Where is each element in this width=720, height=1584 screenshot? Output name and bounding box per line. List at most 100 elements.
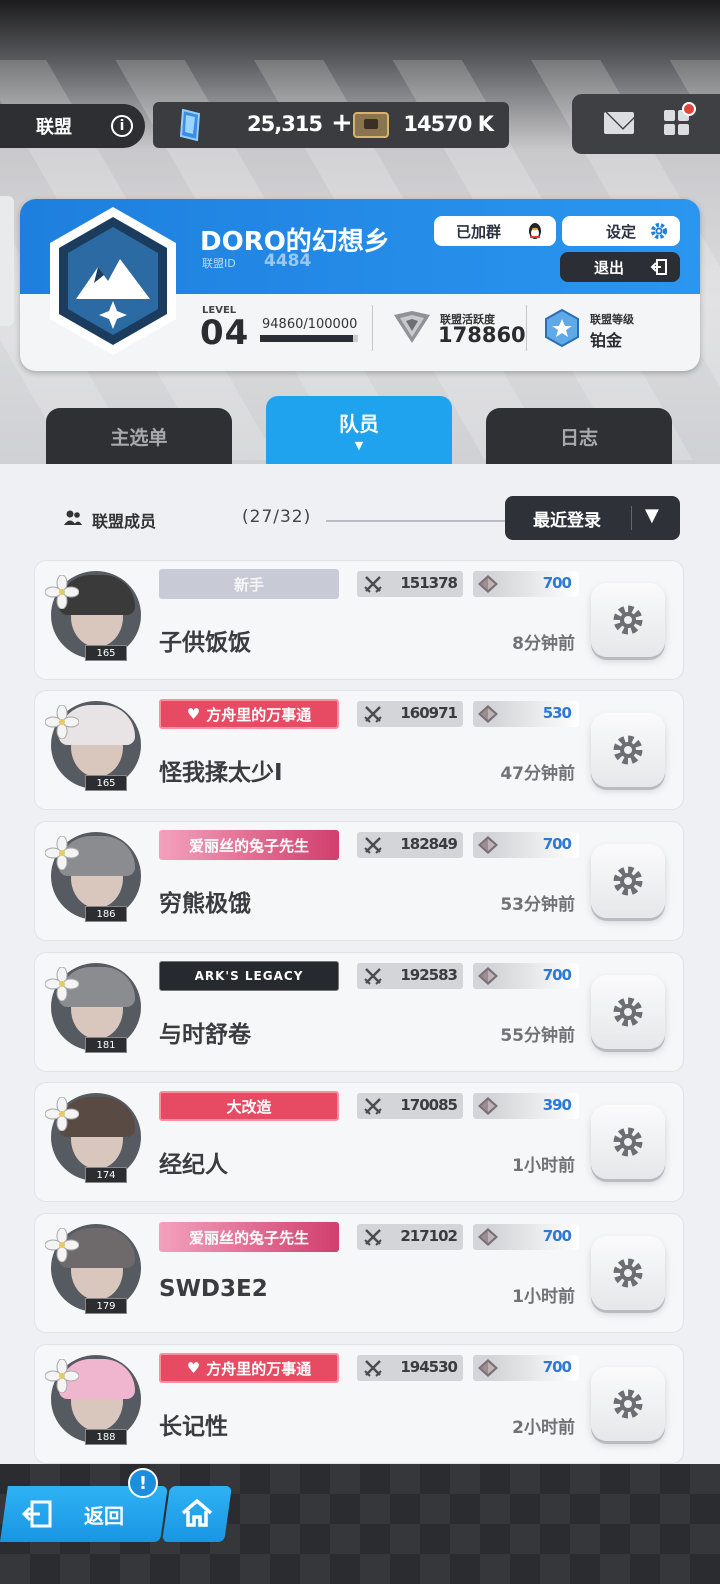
- avatar[interactable]: 188: [45, 1351, 145, 1445]
- exp-text: 94860/100000: [262, 317, 358, 332]
- divider: [631, 506, 632, 530]
- crossed-swords-icon: [364, 837, 382, 854]
- gear-icon: [613, 605, 643, 635]
- member-level: 174: [85, 1167, 127, 1183]
- chevron-down-icon: ▼: [645, 505, 659, 526]
- credit-count: 14570 K: [403, 112, 494, 136]
- member-level: 165: [85, 645, 127, 661]
- contribution: 700: [473, 963, 579, 989]
- flower-icon: [45, 967, 79, 1001]
- heart-icon: ♥: [186, 1359, 201, 1377]
- contribution: 530: [473, 701, 579, 727]
- diamond-icon: [478, 967, 498, 985]
- last-login: 53分钟前: [500, 895, 575, 915]
- member-name: 与时舒卷: [159, 1022, 251, 1048]
- member-row[interactable]: 181 ARK'S LEGACY 192583 700 与时舒卷 55分钟前: [34, 952, 684, 1072]
- member-settings-button[interactable]: [591, 1367, 665, 1441]
- rank-value: 铂金: [590, 331, 623, 350]
- member-row[interactable]: 165 ♥ 方舟里的万事通 160971 530 怪我揉太少I 47分钟前: [34, 690, 684, 810]
- penguin-icon: [529, 223, 541, 239]
- alliance-card: DORO的幻想乡 联盟ID 4484 已加群 设定 退出 LEVEL 04 94…: [20, 199, 700, 371]
- tab-members-label: 队员: [339, 412, 379, 436]
- member-count: (27/32): [242, 507, 312, 527]
- avatar[interactable]: 179: [45, 1220, 145, 1314]
- member-level: 165: [85, 775, 127, 791]
- info-icon[interactable]: i: [111, 115, 133, 137]
- member-title: 方舟里的万事通: [206, 1359, 312, 1378]
- flower-icon: [45, 836, 79, 870]
- notification-dot: [682, 102, 696, 116]
- member-level: 181: [85, 1037, 127, 1053]
- level-value: 04: [200, 313, 250, 353]
- member-row[interactable]: 179 爱丽丝的兔子先生 217102 700 SWD3E2 1小时前: [34, 1213, 684, 1333]
- member-settings-button[interactable]: [591, 1105, 665, 1179]
- contribution-value: 700: [542, 1358, 572, 1376]
- flower-icon: [45, 1228, 79, 1262]
- resource-bar: 25,315 + 14570 K: [153, 102, 509, 148]
- settings-button[interactable]: 设定: [562, 216, 680, 246]
- tab-main-menu[interactable]: 主选单: [46, 408, 232, 464]
- credit-ticket-icon: [353, 112, 389, 138]
- member-settings-button[interactable]: [591, 975, 665, 1049]
- member-row[interactable]: 165 新手 151378 700 子供饭饭 8分钟前: [34, 560, 684, 680]
- member-row[interactable]: 186 爱丽丝的兔子先生 182849 700 穷熊极饿 53分钟前: [34, 821, 684, 941]
- tab-members[interactable]: 队员 ▼: [266, 396, 452, 464]
- mail-icon[interactable]: [604, 112, 634, 134]
- member-name: SWD3E2: [159, 1276, 268, 1302]
- gear-icon: [613, 997, 643, 1027]
- member-list-label: 联盟成员: [92, 512, 157, 531]
- crossed-swords-icon: [364, 1098, 382, 1115]
- combat-power: 151378: [357, 571, 463, 597]
- rank-label: 联盟等级: [590, 313, 634, 326]
- contribution-value: 700: [542, 835, 572, 853]
- sort-dropdown[interactable]: 最近登录 ▼: [505, 496, 680, 540]
- joined-group-label: 已加群: [456, 222, 502, 241]
- avatar[interactable]: 165: [45, 567, 145, 661]
- joined-group-button[interactable]: 已加群: [434, 216, 556, 246]
- member-level: 186: [85, 906, 127, 922]
- gear-icon: [613, 1258, 643, 1288]
- member-name: 子供饭饭: [159, 630, 251, 656]
- combat-value: 160971: [400, 704, 458, 722]
- combat-value: 217102: [400, 1227, 458, 1245]
- member-row[interactable]: 174 大改造 170085 390 经纪人 1小时前: [34, 1082, 684, 1202]
- member-title: 爱丽丝的兔子先生: [188, 1228, 309, 1247]
- combat-power: 194530: [357, 1355, 463, 1381]
- exit-button[interactable]: 退出: [560, 252, 680, 282]
- divider: [372, 305, 373, 351]
- avatar[interactable]: 165: [45, 697, 145, 791]
- member-title-badge: 大改造: [159, 1091, 339, 1121]
- member-settings-button[interactable]: [591, 583, 665, 657]
- combat-power: 170085: [357, 1093, 463, 1119]
- top-right-panel: [572, 94, 720, 154]
- left-edge-tab[interactable]: [0, 196, 14, 326]
- flower-icon: [45, 575, 79, 609]
- contribution: 700: [473, 571, 579, 597]
- add-gems-button[interactable]: +: [331, 108, 353, 138]
- combat-power: 160971: [357, 701, 463, 727]
- exp-progress-bar: [260, 335, 358, 342]
- diamond-icon: [478, 575, 498, 593]
- member-level: 179: [85, 1298, 127, 1314]
- home-icon: [181, 1498, 213, 1527]
- member-title: 方舟里的万事通: [206, 705, 312, 724]
- crossed-swords-icon: [364, 1229, 382, 1246]
- gear-icon: [613, 866, 643, 896]
- member-title-badge: ♥ 方舟里的万事通: [159, 1353, 339, 1383]
- last-login: 1小时前: [512, 1287, 575, 1307]
- member-settings-button[interactable]: [591, 1236, 665, 1310]
- heart-icon: ♥: [186, 705, 201, 723]
- member-settings-button[interactable]: [591, 844, 665, 918]
- avatar[interactable]: 174: [45, 1089, 145, 1183]
- member-settings-button[interactable]: [591, 713, 665, 787]
- tab-log[interactable]: 日志: [486, 408, 672, 464]
- alliance-label-pill: 联盟 i: [0, 104, 145, 148]
- contribution-value: 700: [542, 1227, 572, 1245]
- member-row[interactable]: 188 ♥ 方舟里的万事通 194530 700 长记性 2小时前: [34, 1344, 684, 1464]
- combat-value: 170085: [400, 1096, 458, 1114]
- member-title: 新手: [233, 575, 264, 594]
- diamond-icon: [478, 1228, 498, 1246]
- avatar[interactable]: 181: [45, 959, 145, 1053]
- avatar[interactable]: 186: [45, 828, 145, 922]
- alert-badge: !: [128, 1468, 158, 1498]
